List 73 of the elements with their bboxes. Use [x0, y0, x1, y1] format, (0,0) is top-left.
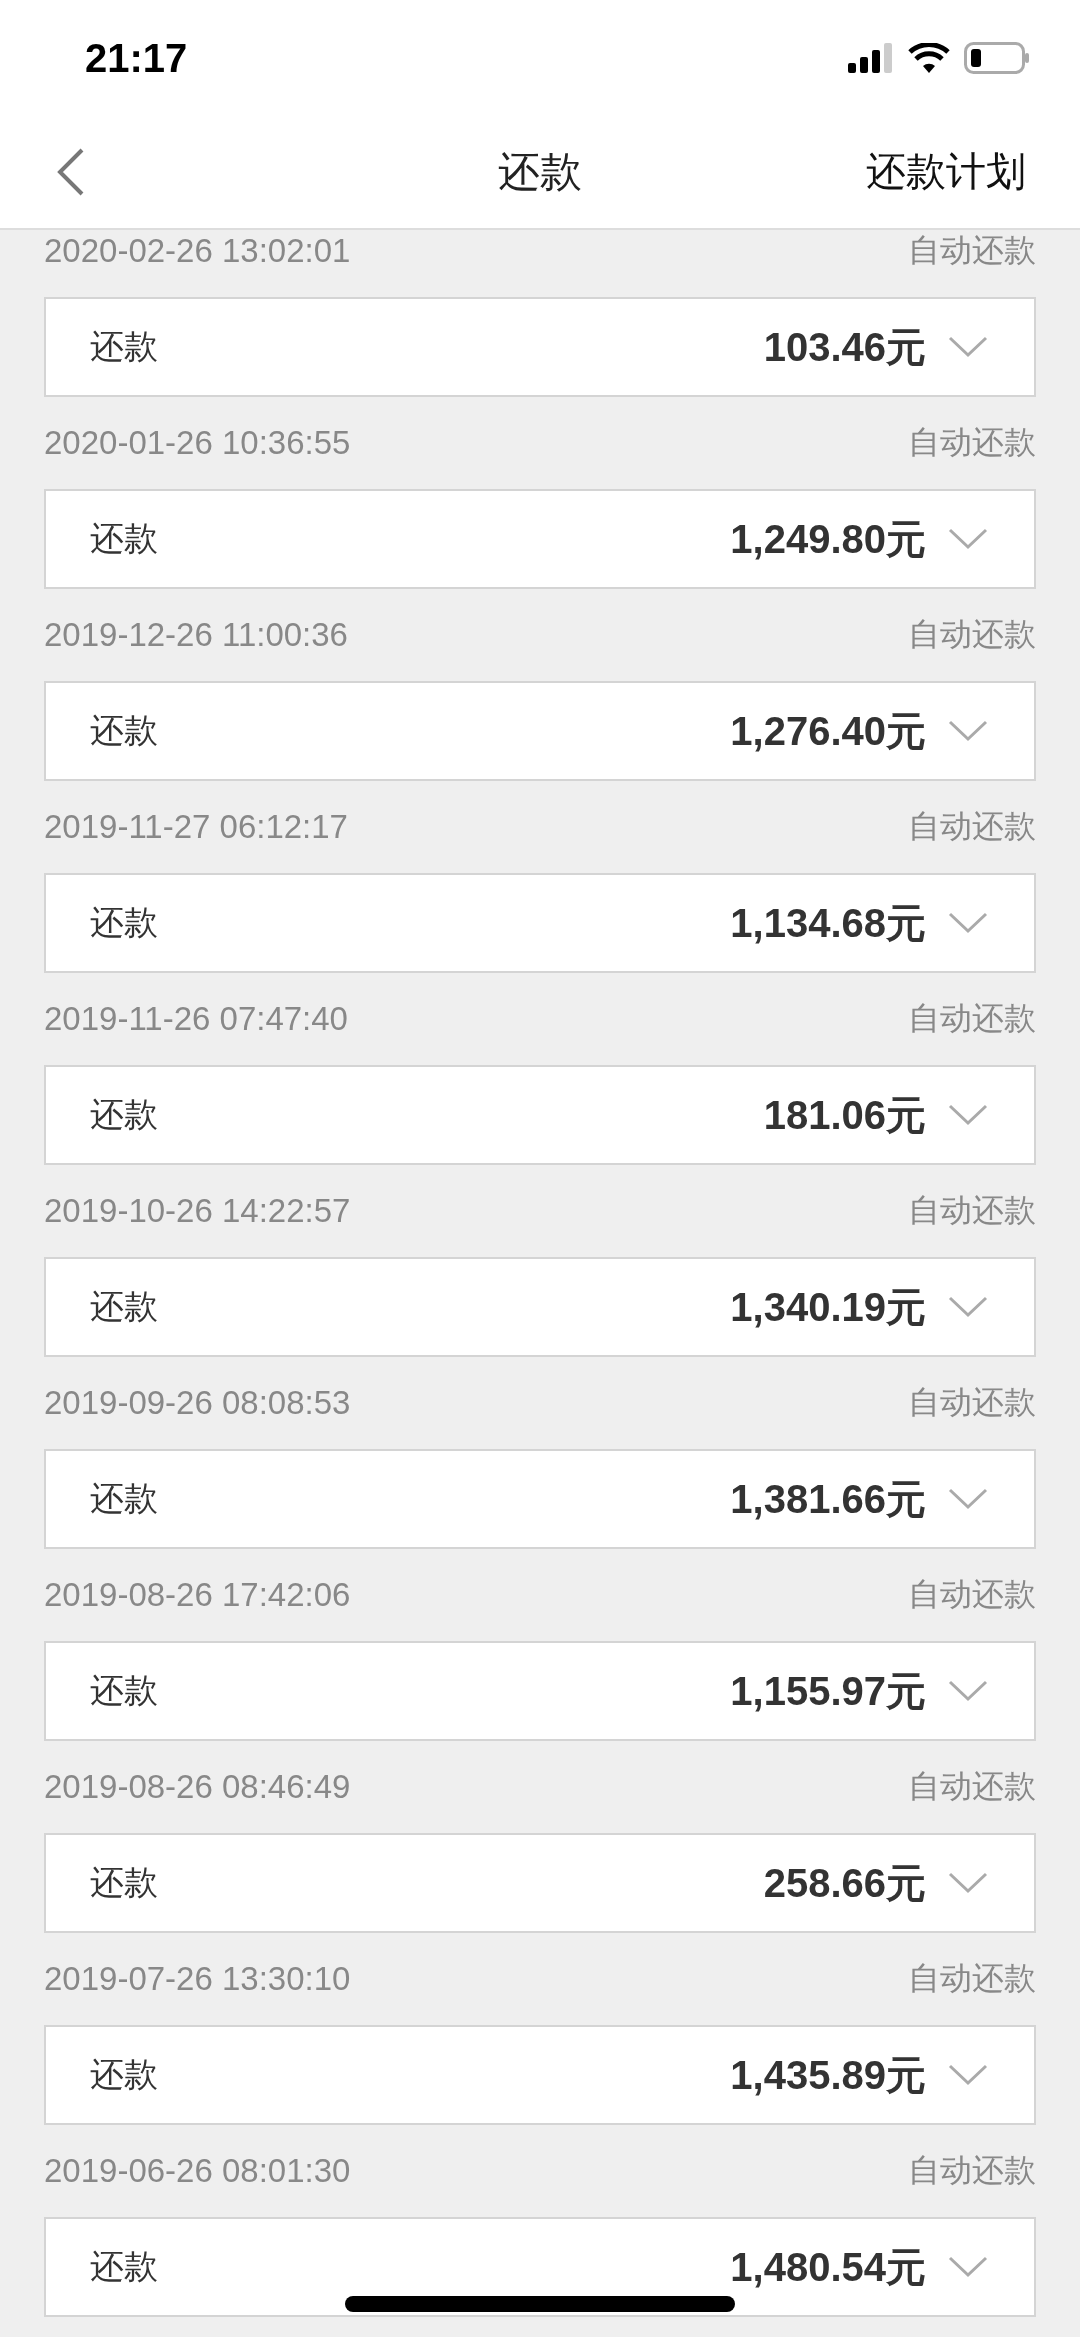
record-type: 自动还款 — [908, 1766, 1036, 1807]
record-label: 还款 — [90, 901, 159, 944]
record-label: 还款 — [90, 325, 159, 368]
record-amount: 103.46元 — [763, 323, 926, 371]
record-date: 2019-11-26 07:47:40 — [44, 1000, 348, 1038]
record-label: 还款 — [90, 709, 159, 752]
wifi-icon — [908, 42, 950, 73]
record-amount: 1,435.89元 — [730, 2051, 926, 2099]
signal-icon — [848, 42, 894, 73]
record-type: 自动还款 — [908, 806, 1036, 847]
record-date: 2019-08-26 08:46:49 — [44, 1768, 351, 1806]
record-date: 2019-08-26 17:42:06 — [44, 1576, 351, 1614]
record-label: 还款 — [90, 1477, 159, 1520]
record-date: 2019-07-26 13:30:10 — [44, 1960, 351, 1998]
record-label: 还款 — [90, 1861, 159, 1904]
record-type: 自动还款 — [908, 1382, 1036, 1423]
record-date: 2019-10-26 14:22:57 — [44, 1192, 351, 1230]
record-label: 还款 — [90, 2053, 159, 2096]
record-label: 还款 — [90, 1285, 159, 1328]
record-amount: 1,134.68元 — [730, 899, 926, 947]
chevron-icon[interactable] — [948, 1104, 988, 1126]
record-card[interactable]: 还款 258.66元 — [44, 1833, 1036, 1933]
record-card[interactable]: 还款 1,340.19元 — [44, 1257, 1036, 1357]
record-date: 2019-12-26 11:00:36 — [44, 616, 348, 654]
chevron-icon[interactable] — [948, 720, 988, 742]
chevron-icon[interactable] — [948, 2256, 988, 2278]
record-type: 自动还款 — [908, 998, 1036, 1039]
record-amount: 1,381.66元 — [730, 1475, 926, 1523]
record-card[interactable]: 还款 1,435.89元 — [44, 2025, 1036, 2125]
record-date: 2020-02-26 13:02:01 — [44, 232, 351, 270]
record-label: 还款 — [90, 1093, 159, 1136]
battery-icon — [964, 41, 1030, 74]
status-time: 21:17 — [85, 35, 188, 81]
record-amount: 258.66元 — [763, 1859, 926, 1907]
record-date: 2019-06-26 08:01:30 — [44, 2152, 351, 2190]
repayment-plan-link[interactable]: 还款计划 — [866, 144, 1026, 199]
record-type: 自动还款 — [908, 1190, 1036, 1231]
record-amount: 181.06元 — [763, 1091, 926, 1139]
chevron-icon[interactable] — [948, 1872, 988, 1894]
record-card[interactable]: 还款 181.06元 — [44, 1065, 1036, 1165]
record-type: 自动还款 — [908, 614, 1036, 655]
record-type: 自动还款 — [908, 422, 1036, 463]
record-type: 自动还款 — [908, 1574, 1036, 1615]
record-card[interactable]: 还款 1,155.97元 — [44, 1641, 1036, 1741]
record-type: 自动还款 — [908, 230, 1036, 271]
chevron-icon[interactable] — [948, 1680, 988, 1702]
record-amount: 1,249.80元 — [730, 515, 926, 563]
record-card[interactable]: 还款 103.46元 — [44, 297, 1036, 397]
record-amount: 1,340.19元 — [730, 1283, 926, 1331]
record-label: 还款 — [90, 1669, 159, 1712]
record-amount: 1,480.54元 — [730, 2243, 926, 2291]
record-card[interactable]: 还款 1,134.68元 — [44, 873, 1036, 973]
record-date: 2020-01-26 10:36:55 — [44, 424, 351, 462]
record-date: 2019-11-27 06:12:17 — [44, 808, 348, 846]
record-type: 自动还款 — [908, 2150, 1036, 2191]
record-card[interactable]: 还款 1,276.40元 — [44, 681, 1036, 781]
chevron-icon[interactable] — [948, 1488, 988, 1510]
record-amount: 1,155.97元 — [730, 1667, 926, 1715]
chevron-icon[interactable] — [948, 2064, 988, 2086]
chevron-icon[interactable] — [948, 912, 988, 934]
back-icon[interactable] — [56, 146, 86, 197]
record-label: 还款 — [90, 2245, 159, 2288]
record-type: 自动还款 — [908, 1958, 1036, 1999]
record-card[interactable]: 还款 1,249.80元 — [44, 489, 1036, 589]
chevron-icon[interactable] — [948, 1296, 988, 1318]
record-date: 2019-09-26 08:08:53 — [44, 1384, 351, 1422]
record-card[interactable]: 还款 1,381.66元 — [44, 1449, 1036, 1549]
record-card[interactable]: 还款 1,480.54元 — [44, 2217, 1036, 2317]
record-label: 还款 — [90, 517, 159, 560]
page-title: 还款 — [498, 146, 582, 196]
chevron-icon[interactable] — [948, 528, 988, 550]
chevron-icon[interactable] — [948, 336, 988, 358]
record-amount: 1,276.40元 — [730, 707, 926, 755]
